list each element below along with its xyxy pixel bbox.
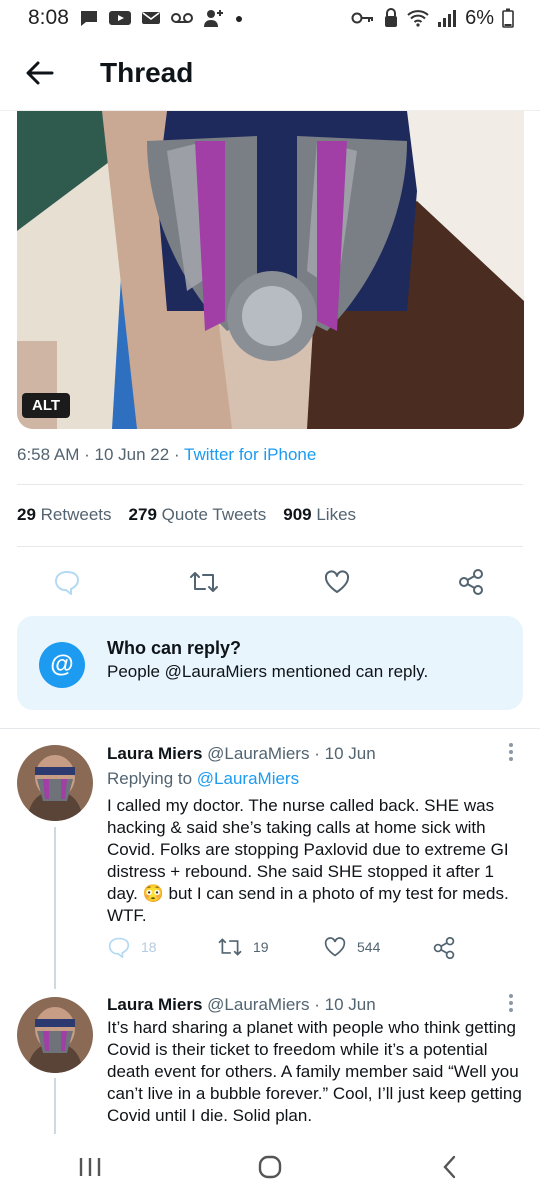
reply-text: It’s hard sharing a planet with people w… bbox=[107, 1018, 522, 1125]
reply-count: 18 bbox=[141, 939, 157, 955]
tweet-photo[interactable] bbox=[17, 111, 524, 429]
retweets-count: 29 bbox=[17, 505, 36, 524]
thread-header: Thread bbox=[0, 36, 540, 111]
wifi-icon bbox=[407, 10, 429, 27]
thread-line bbox=[54, 1078, 56, 1134]
chevron-left-icon bbox=[443, 1155, 456, 1179]
back-nav-button[interactable] bbox=[420, 1147, 480, 1187]
more-options-button[interactable] bbox=[506, 993, 516, 1013]
reply-date[interactable]: 10 Jun bbox=[325, 744, 376, 763]
system-navigation-bar bbox=[0, 1134, 540, 1200]
more-vertical-icon bbox=[509, 994, 513, 1012]
thread-line bbox=[54, 827, 56, 989]
like-button[interactable] bbox=[315, 560, 359, 604]
lock-icon bbox=[385, 8, 398, 27]
retweets-stat[interactable]: 29 Retweets bbox=[17, 505, 112, 525]
share-icon bbox=[433, 936, 455, 960]
author-name[interactable]: Laura Miers bbox=[107, 744, 202, 763]
comment-icon bbox=[55, 571, 79, 595]
page-title: Thread bbox=[100, 57, 194, 88]
recent-apps-icon bbox=[79, 1158, 101, 1176]
like-button[interactable]: 544 bbox=[323, 936, 380, 958]
respirator-mask-photo bbox=[17, 111, 524, 429]
retweets-label: Retweets bbox=[40, 505, 112, 524]
likes-label: Likes bbox=[316, 505, 357, 524]
reply-date[interactable]: 10 Jun bbox=[325, 995, 376, 1014]
share-button[interactable] bbox=[432, 936, 456, 960]
home-button[interactable] bbox=[240, 1147, 300, 1187]
avatar-image bbox=[17, 997, 93, 1073]
back-button[interactable] bbox=[0, 36, 80, 110]
share-button[interactable] bbox=[449, 560, 493, 604]
avatar[interactable] bbox=[17, 745, 93, 821]
reply-header: Laura Miers @LauraMiers · 10 Jun bbox=[107, 744, 376, 764]
alt-badge[interactable]: ALT bbox=[22, 393, 71, 418]
status-bar: 8:08 ● 6% bbox=[0, 0, 540, 36]
replying-to: Replying to @LauraMiers bbox=[107, 769, 299, 789]
reply-tweet[interactable]: Laura Miers @LauraMiers · 10 Jun Replyin… bbox=[0, 729, 540, 989]
youtube-icon bbox=[108, 11, 131, 25]
heart-icon bbox=[324, 570, 350, 593]
avatar[interactable] bbox=[17, 997, 93, 1073]
dot-icon: ● bbox=[234, 10, 244, 26]
heart-icon bbox=[324, 937, 346, 957]
reply-restriction-notice: @ Who can reply? People @LauraMiers ment… bbox=[17, 616, 523, 710]
quote-tweets-label: Quote Tweets bbox=[161, 505, 267, 524]
reply-button[interactable]: 18 bbox=[107, 936, 157, 958]
tweet-time: 6:58 AM bbox=[17, 445, 80, 464]
header-separator: · bbox=[314, 995, 320, 1014]
recent-apps-button[interactable] bbox=[60, 1147, 120, 1187]
reply-restriction-title: Who can reply? bbox=[107, 638, 242, 658]
signal-icon bbox=[438, 10, 457, 27]
avatar-image bbox=[17, 745, 93, 821]
message-icon bbox=[80, 11, 97, 26]
meta-separator: · bbox=[173, 445, 180, 464]
tweet-source-link[interactable]: Twitter for iPhone bbox=[184, 445, 316, 464]
meta-separator: · bbox=[84, 445, 90, 464]
reply-text: I called my doctor. The nurse called bac… bbox=[107, 796, 509, 925]
home-icon bbox=[258, 1155, 282, 1179]
author-handle[interactable]: @LauraMiers bbox=[207, 995, 309, 1014]
likes-stat[interactable]: 909 Likes bbox=[283, 505, 356, 525]
vpn-key-icon bbox=[351, 12, 374, 24]
quote-tweets-count: 279 bbox=[128, 505, 157, 524]
mail-icon bbox=[141, 12, 160, 24]
voicemail-icon bbox=[170, 13, 193, 23]
more-options-button[interactable] bbox=[506, 742, 516, 762]
quote-tweets-stat[interactable]: 279 Quote Tweets bbox=[129, 505, 267, 525]
reply-restriction-text: People @LauraMiers mentioned can reply. bbox=[107, 662, 429, 681]
battery-icon bbox=[502, 8, 514, 28]
retweet-button[interactable] bbox=[182, 560, 226, 604]
replying-to-label: Replying to bbox=[107, 769, 193, 788]
reply-header: Laura Miers @LauraMiers · 10 Jun bbox=[107, 995, 376, 1015]
tweet-stats: 29 Retweets 279 Quote Tweets 909 Likes bbox=[17, 505, 356, 525]
retweet-button[interactable]: 19 bbox=[217, 936, 269, 958]
mention-icon: @ bbox=[39, 642, 85, 688]
likes-count: 909 bbox=[283, 505, 312, 524]
share-icon bbox=[459, 569, 483, 595]
retweet-icon bbox=[218, 938, 242, 956]
retweet-icon bbox=[190, 572, 218, 592]
divider bbox=[17, 546, 523, 547]
reply-tweet[interactable]: Laura Miers @LauraMiers · 10 Jun It’s ha… bbox=[0, 980, 540, 1134]
tweet-action-bar bbox=[17, 560, 523, 604]
replying-to-mention[interactable]: @LauraMiers bbox=[197, 769, 299, 788]
reply-button[interactable] bbox=[45, 560, 89, 604]
author-handle[interactable]: @LauraMiers bbox=[207, 744, 309, 763]
tweet-timestamp: 6:58 AM · 10 Jun 22 · Twitter for iPhone bbox=[17, 445, 316, 465]
header-separator: · bbox=[314, 744, 320, 763]
author-name[interactable]: Laura Miers bbox=[107, 995, 202, 1014]
comment-icon bbox=[108, 937, 130, 958]
status-time: 8:08 bbox=[28, 6, 69, 29]
battery-percent: 6% bbox=[465, 6, 494, 29]
add-contact-icon bbox=[203, 10, 223, 27]
like-count: 544 bbox=[357, 939, 381, 955]
tweet-date: 10 Jun 22 bbox=[94, 445, 170, 464]
retweet-count: 19 bbox=[253, 939, 269, 955]
divider bbox=[17, 484, 523, 485]
reply-action-bar: 18 19 544 bbox=[107, 936, 507, 966]
arrow-left-icon bbox=[26, 61, 54, 85]
more-vertical-icon bbox=[509, 743, 513, 761]
